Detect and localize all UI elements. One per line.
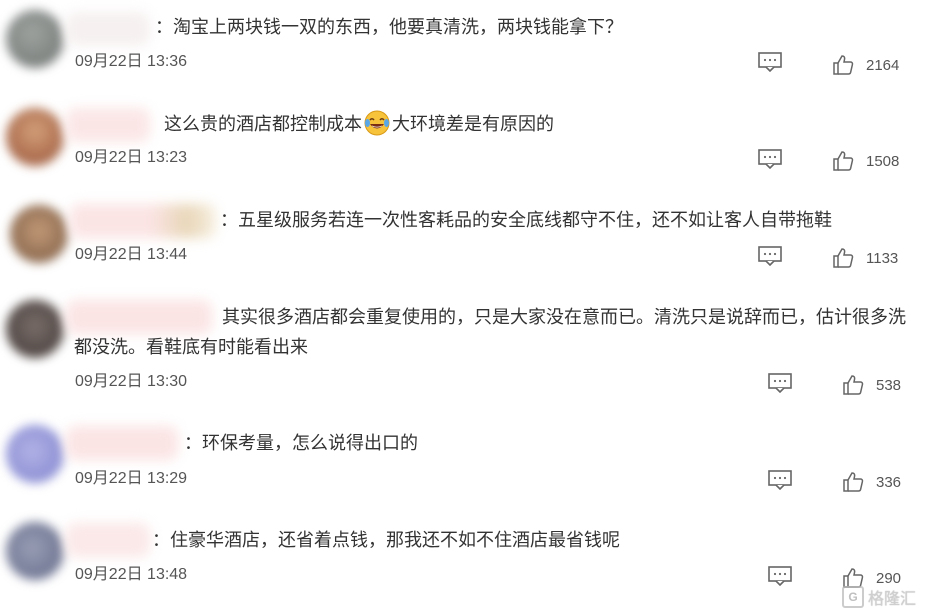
username-blurred[interactable]: [66, 426, 178, 460]
comment-text: ：淘宝上两块钱一双的东西，他要真清洗，两块钱能拿下？: [155, 17, 623, 38]
like-count: 538: [876, 376, 902, 394]
comment-text: ：住豪华酒店，还省着点钱，那我还不如不住酒店最省钱呢: [152, 530, 620, 551]
thumbs-up-icon: [843, 375, 864, 395]
thumbs-up-icon: [843, 472, 864, 492]
comment-text: ：环保考量，怎么说得出口的: [184, 433, 418, 454]
like-button[interactable]: 1133: [832, 246, 898, 270]
reply-icon[interactable]: [758, 246, 782, 267]
avatar[interactable]: [6, 10, 64, 68]
avatar[interactable]: [6, 522, 64, 580]
like-button[interactable]: 336: [842, 470, 901, 494]
thumbs-up-icon: [833, 151, 854, 171]
reply-icon[interactable]: [768, 470, 792, 491]
like-count: 290: [876, 569, 902, 587]
like-count: 336: [876, 473, 902, 491]
thumbs-up-icon: [833, 55, 854, 75]
like-count: 1133: [866, 249, 899, 267]
watermark-logo-icon: G: [841, 586, 864, 608]
reply-icon[interactable]: [758, 52, 782, 73]
comment-time: 09月22日 13:23: [75, 149, 188, 166]
like-button[interactable]: 2164: [832, 53, 899, 77]
username-blurred[interactable]: [66, 523, 150, 557]
avatar[interactable]: [6, 108, 64, 166]
thumbs-up-icon: [833, 248, 854, 268]
comment-text: 这么贵的酒店都控制成本 大环境差是有原因的: [164, 110, 554, 140]
watermark: G 格隆汇: [841, 585, 916, 609]
like-count: 1508: [866, 152, 900, 170]
watermark-text: 格隆汇: [867, 589, 916, 608]
laughing-tears-emoji-icon: [364, 110, 390, 136]
like-button[interactable]: 538: [842, 373, 901, 397]
username-blurred[interactable]: [66, 12, 150, 46]
reply-icon[interactable]: [768, 566, 792, 587]
username-blurred[interactable]: [70, 204, 216, 238]
comment-text: 其实很多酒店都会重复使用的，只是大家没在意而已。清洗只是说辞而已，估计很多洗都没…: [74, 307, 906, 358]
reply-icon[interactable]: [758, 149, 782, 170]
avatar[interactable]: [6, 425, 64, 483]
comment-time: 09月22日 13:48: [75, 566, 188, 583]
comment-text-part: 大环境差是有原因的: [392, 114, 554, 135]
reply-icon[interactable]: [768, 373, 792, 394]
comment-text-part: 这么贵的酒店都控制成本: [164, 114, 362, 135]
avatar[interactable]: [6, 300, 64, 358]
comment-list: ：淘宝上两块钱一双的东西，他要真清洗，两块钱能拿下？ 09月22日 13:36 …: [0, 0, 930, 613]
comment-time: 09月22日 13:36: [75, 53, 188, 70]
comment-time: 09月22日 13:30: [75, 373, 188, 390]
comment-time: 09月22日 13:29: [75, 470, 188, 487]
comment-text: ：五星级服务若连一次性客耗品的安全底线都守不住，还不如让客人自带拖鞋: [220, 210, 832, 231]
username-blurred[interactable]: [66, 108, 150, 142]
avatar[interactable]: [10, 205, 68, 263]
like-button[interactable]: 1508: [832, 149, 899, 173]
comment-time: 09月22日 13:44: [75, 246, 188, 263]
like-count: 2164: [866, 56, 900, 74]
